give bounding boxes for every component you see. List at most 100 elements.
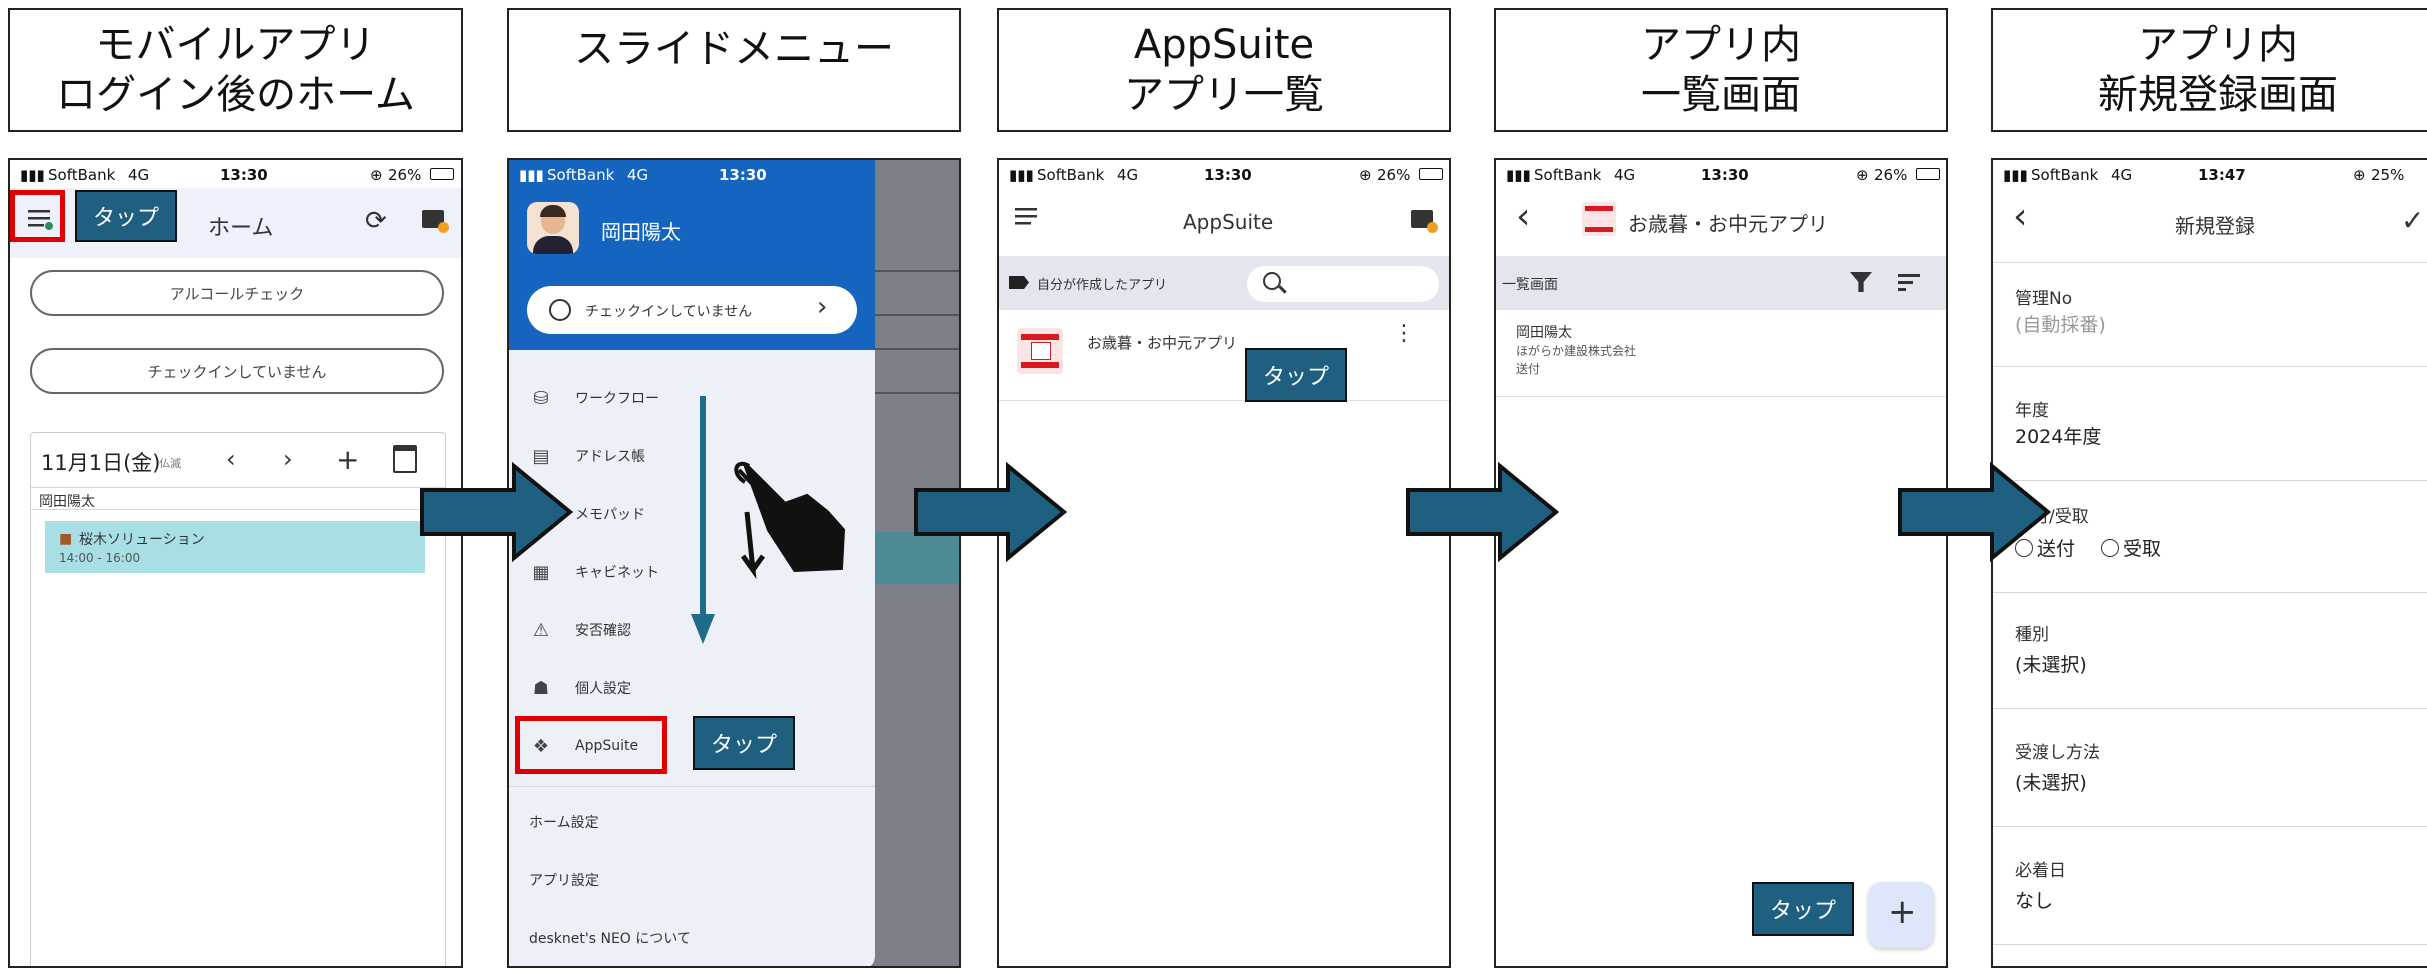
status-bar: ▮▮▮ SoftBank 4G 13:30 ⊕ 26% bbox=[1496, 160, 1946, 188]
panel-title-line1: AppSuite bbox=[1133, 22, 1315, 68]
person-gear-icon: ☗ bbox=[532, 677, 550, 699]
tap-callout: タップ bbox=[1752, 882, 1854, 936]
filter-icon[interactable] bbox=[1850, 272, 1872, 292]
field-value-category[interactable]: (未選択) bbox=[2015, 650, 2087, 677]
app-header: ‹ お歳暮・お中元アプリ bbox=[1496, 188, 1946, 258]
app-list-item[interactable]: お歳暮・お中元アプリ ⋮ bbox=[999, 310, 1449, 401]
network: 4G bbox=[1117, 166, 1139, 184]
calendar-date: 11月1日(金) bbox=[41, 451, 161, 475]
calendar-date-note: 仏滅 bbox=[159, 457, 181, 470]
battery-level: 25% bbox=[2371, 166, 2405, 184]
panel-title-line2: ログイン後のホーム bbox=[56, 72, 415, 118]
status-bar: ▮▮▮ SoftBank 4G 13:47 ⊕ 25% bbox=[1993, 160, 2427, 188]
menu-item-about[interactable]: desknet's NEO について bbox=[529, 928, 691, 948]
field-value-arrival-date[interactable]: なし bbox=[2015, 886, 2053, 913]
signal-icon: ▮▮▮ bbox=[1009, 166, 1034, 184]
message-icon[interactable] bbox=[422, 210, 449, 233]
drawer-user-name: 岡田陽太 bbox=[601, 220, 681, 244]
clock: 13:30 bbox=[1204, 166, 1252, 184]
app-icon bbox=[1017, 328, 1063, 374]
event-block[interactable]: ■ 桜木ソリューション 14:00 - 16:00 bbox=[45, 521, 425, 573]
record-name: 岡田陽太 bbox=[1516, 325, 1572, 341]
field-label-delivery-method: 受渡し方法 bbox=[2015, 743, 2100, 763]
filter-bar: 自分が作成したアプリ bbox=[999, 256, 1449, 310]
chevron-right-icon: › bbox=[817, 292, 828, 322]
network: 4G bbox=[128, 166, 150, 184]
battery-level: 26% bbox=[1377, 166, 1411, 184]
panel-title-line1: モバイルアプリ bbox=[95, 22, 376, 68]
phone-slide-menu: ▮▮▮ SoftBank 4G 13:30 岡田陽太 チェックインしていません … bbox=[507, 158, 961, 968]
radio-receive[interactable]: 受取 bbox=[2101, 534, 2161, 561]
battery-icon bbox=[1419, 168, 1443, 180]
status-bar: ▮▮▮ SoftBank 4G 13:30 bbox=[509, 160, 875, 188]
phone-home: ▮▮▮ SoftBank 4G 13:30 ⊕ 26% ホーム ⟳ タップ アル… bbox=[8, 158, 463, 968]
back-icon[interactable]: ‹ bbox=[2013, 196, 2027, 237]
page-title: 新規登録 bbox=[2175, 214, 2255, 238]
field-value-admin-no: (自動採番) bbox=[2015, 314, 2106, 336]
menu-item-home-settings[interactable]: ホーム設定 bbox=[529, 812, 599, 832]
tap-callout: タップ bbox=[1245, 348, 1347, 402]
record-row[interactable]: 岡田陽太 ほがらか建設株式会社 送付 bbox=[1496, 310, 1946, 397]
clock: 13:30 bbox=[1701, 166, 1749, 184]
location-icon: ⊕ bbox=[1359, 166, 1372, 184]
menu-item-safety[interactable]: ⚠ 安否確認 bbox=[529, 618, 631, 642]
save-check-icon[interactable]: ✓ bbox=[2401, 204, 2424, 237]
add-record-button[interactable]: + bbox=[1868, 882, 1934, 948]
sort-icon[interactable] bbox=[1898, 274, 1920, 291]
field-value-delivery-method[interactable]: (未選択) bbox=[2015, 768, 2087, 795]
flow-arrow-2 bbox=[914, 462, 1068, 562]
drawer-checkin-button[interactable]: チェックインしていません › bbox=[527, 286, 857, 334]
page-title: お歳暮・お中元アプリ bbox=[1628, 212, 1828, 236]
battery-level: 26% bbox=[1874, 166, 1908, 184]
radio-circle-icon bbox=[2101, 538, 2119, 557]
calendar-icon[interactable] bbox=[393, 445, 417, 473]
warning-icon: ⚠ bbox=[532, 619, 550, 641]
panel-title-line2: 新規登録画面 bbox=[2098, 72, 2338, 118]
flow-arrow-3 bbox=[1406, 462, 1560, 562]
refresh-icon[interactable]: ⟳ bbox=[365, 206, 387, 236]
message-icon[interactable] bbox=[1411, 210, 1438, 233]
next-icon[interactable]: › bbox=[283, 445, 293, 473]
field-label-category: 種別 bbox=[2015, 625, 2049, 645]
briefcase-icon: ■ bbox=[59, 531, 73, 547]
menu-item-workflow[interactable]: ⛁ ワークフロー bbox=[529, 386, 659, 410]
alcohol-check-button[interactable]: アルコールチェック bbox=[30, 270, 444, 316]
clock: 13:47 bbox=[2198, 166, 2246, 184]
panel-title-appsuite: AppSuite アプリ一覧 bbox=[997, 8, 1451, 132]
avatar bbox=[527, 202, 579, 254]
location-icon: ⊕ bbox=[370, 166, 383, 184]
app-header: AppSuite bbox=[999, 188, 1449, 258]
record-type: 送付 bbox=[1516, 362, 1541, 376]
flow-arrow-4 bbox=[1898, 462, 2052, 562]
more-icon[interactable]: ⋮ bbox=[1393, 323, 1415, 345]
back-icon[interactable]: ‹ bbox=[1516, 196, 1530, 237]
menu-item-cabinet[interactable]: ▦ キャビネット bbox=[529, 560, 659, 584]
location-icon: ⊕ bbox=[1856, 166, 1869, 184]
carrier: SoftBank bbox=[2031, 166, 2099, 184]
field-value-year[interactable]: 2024年度 bbox=[2015, 422, 2101, 449]
plus-icon: + bbox=[1888, 892, 1917, 932]
field-label-admin-no: 管理No bbox=[2015, 289, 2073, 309]
signal-icon: ▮▮▮ bbox=[20, 166, 45, 184]
prev-icon[interactable]: ‹ bbox=[226, 445, 236, 473]
scroll-down-arrow bbox=[691, 396, 715, 644]
app-icon bbox=[1582, 202, 1616, 236]
menu-icon[interactable] bbox=[1015, 206, 1041, 232]
panel-title-new-record: アプリ内 新規登録画面 bbox=[1991, 8, 2427, 132]
filter-label[interactable]: 自分が作成したアプリ bbox=[1037, 274, 1167, 293]
view-label[interactable]: 一覧画面 bbox=[1502, 274, 1558, 294]
signal-icon: ▮▮▮ bbox=[2003, 166, 2028, 184]
label-tag-icon bbox=[1009, 276, 1029, 289]
carrier: SoftBank bbox=[547, 166, 615, 184]
add-icon[interactable]: + bbox=[336, 443, 359, 476]
menu-item-app-settings[interactable]: アプリ設定 bbox=[529, 870, 599, 890]
battery-icon bbox=[1916, 168, 1940, 180]
search-input[interactable] bbox=[1247, 266, 1439, 302]
panel-title-line2: アプリ一覧 bbox=[1124, 72, 1324, 118]
panel-title-home: モバイルアプリ ログイン後のホーム bbox=[8, 8, 463, 132]
panel-title-line1: アプリ内 bbox=[2138, 22, 2298, 68]
menu-item-personal-settings[interactable]: ☗ 個人設定 bbox=[529, 676, 631, 700]
tap-callout: タップ bbox=[75, 190, 177, 242]
network: 4G bbox=[627, 166, 649, 184]
checkin-button[interactable]: チェックインしていません bbox=[30, 348, 444, 394]
